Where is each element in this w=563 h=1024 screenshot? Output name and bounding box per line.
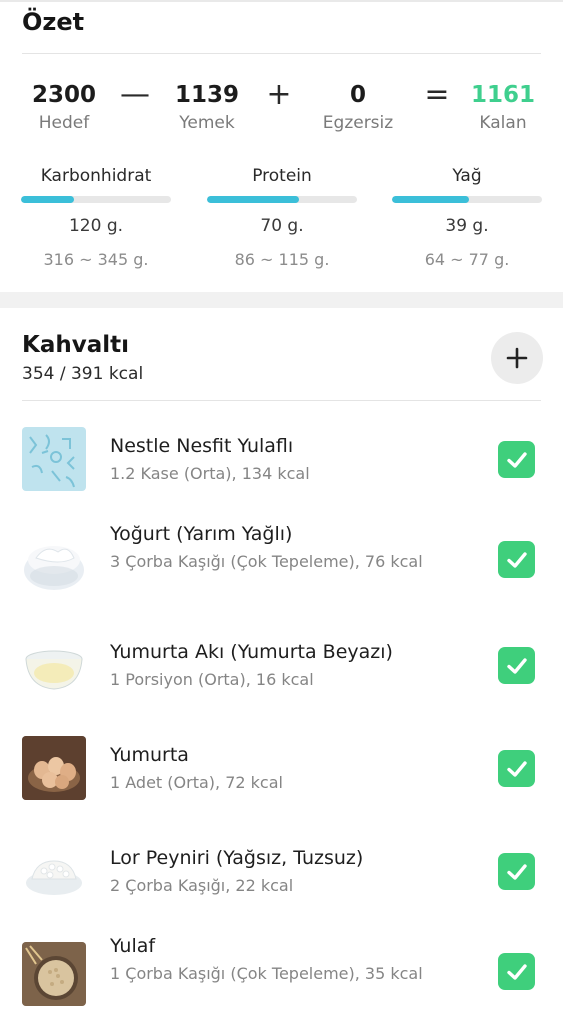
egg-white-thumb [22,633,86,697]
food-label: Yemek [179,113,235,133]
food-item[interactable]: Yumurta Akı (Yumurta Beyazı) 1 Porsiyon (… [0,607,563,707]
eaten-checkbox[interactable] [498,441,535,478]
food-name: Yumurta [110,744,189,766]
exercise-label: Egzersiz [322,113,394,133]
meal-title: Kahvaltı [22,332,129,358]
food-description: 1 Adet (Orta), 72 kcal [110,773,283,792]
breakfast-card: Kahvaltı 354 / 391 kcal Nestle Nesfit Yu… [0,308,563,1024]
eaten-checkbox[interactable] [498,853,535,890]
food-description: 1 Çorba Kaşığı (Çok Tepeleme), 35 kcal [110,964,423,983]
plus-operator: + [266,77,292,112]
food-name: Yoğurt (Yarım Yağlı) [110,523,293,545]
summary-card: Özet 2300 Hedef 1139 Yemek 0 Egzersiz 11… [0,2,563,292]
checkmark-icon [506,451,527,468]
food-item[interactable]: Lor Peyniri (Yağsız, Tuzsuz) 2 Çorba Kaşı… [0,813,563,913]
remaining-label: Kalan [479,113,527,133]
macro-2: Yağ 39 g. 64 ~ 77 g. [392,164,542,271]
macro-progress-bar [207,196,357,203]
eaten-checkbox[interactable] [498,953,535,990]
remaining-block: 1161 Kalan [448,80,558,134]
curd-cheese-thumb [22,839,86,903]
checkmark-icon [506,760,527,777]
food-item[interactable]: Yoğurt (Yarım Yağlı) 3 Çorba Kaşığı (Çok … [0,504,563,604]
macro-grams: 120 g. [68,216,124,236]
eggs-thumb [22,736,86,800]
equals-operator: = [424,77,450,112]
minus-operator: — [120,77,150,112]
goal-block: 2300 Hedef [9,80,119,134]
macro-grams: 70 g. [260,216,304,236]
food-value: 1139 [174,82,239,108]
checkmark-icon [506,863,527,880]
checkmark-icon [506,657,527,674]
food-name: Nestle Nesfit Yulaflı [110,435,294,457]
food-item[interactable]: Nestle Nesfit Yulaflı 1.2 Kase (Orta), 13… [0,401,563,501]
exercise-value: 0 [349,82,366,108]
goal-value: 2300 [31,82,96,108]
macro-range: 316 ~ 345 g. [43,250,149,269]
goal-label: Hedef [38,113,90,133]
food-block: 1139 Yemek [152,80,262,134]
macro-range: 64 ~ 77 g. [424,250,510,269]
summary-divider [22,53,541,54]
macro-progress-bar [21,196,171,203]
macro-range: 86 ~ 115 g. [234,250,330,269]
macro-name: Yağ [452,166,482,186]
remaining-value: 1161 [470,82,535,108]
summary-title: Özet [22,8,85,36]
macro-grams: 39 g. [445,216,489,236]
macro-progress-fill [21,196,74,203]
eaten-checkbox[interactable] [498,541,535,578]
eaten-checkbox[interactable] [498,750,535,787]
macro-progress-fill [207,196,299,203]
macro-name: Karbonhidrat [40,166,152,186]
food-name: Yumurta Akı (Yumurta Beyazı) [110,641,393,663]
food-name: Lor Peyniri (Yağsız, Tuzsuz) [110,847,364,869]
plus-icon [506,347,528,369]
food-item[interactable]: Yumurta 1 Adet (Orta), 72 kcal [0,710,563,810]
food-name: Yulaf [110,935,156,957]
eaten-checkbox[interactable] [498,647,535,684]
macro-0: Karbonhidrat 120 g. 316 ~ 345 g. [21,164,171,271]
meal-calories: 354 / 391 kcal [22,364,144,384]
oat-cereal-thumb [22,427,86,491]
yogurt-thumb [22,530,86,594]
checkmark-icon [506,963,527,980]
food-description: 1.2 Kase (Orta), 134 kcal [110,464,310,483]
food-description: 2 Çorba Kaşığı, 22 kcal [110,876,294,895]
checkmark-icon [506,551,527,568]
macro-progress-fill [392,196,469,203]
food-description: 1 Porsiyon (Orta), 16 kcal [110,670,314,689]
food-item[interactable]: Yulaf 1 Çorba Kaşığı (Çok Tepeleme), 35 k… [0,916,563,1016]
macro-name: Protein [252,166,312,186]
macro-1: Protein 70 g. 86 ~ 115 g. [207,164,357,271]
food-description: 3 Çorba Kaşığı (Çok Tepeleme), 76 kcal [110,552,423,571]
macro-progress-bar [392,196,542,203]
oats-thumb [22,942,86,1006]
exercise-block: 0 Egzersiz [303,80,413,134]
add-food-button[interactable] [491,332,543,384]
